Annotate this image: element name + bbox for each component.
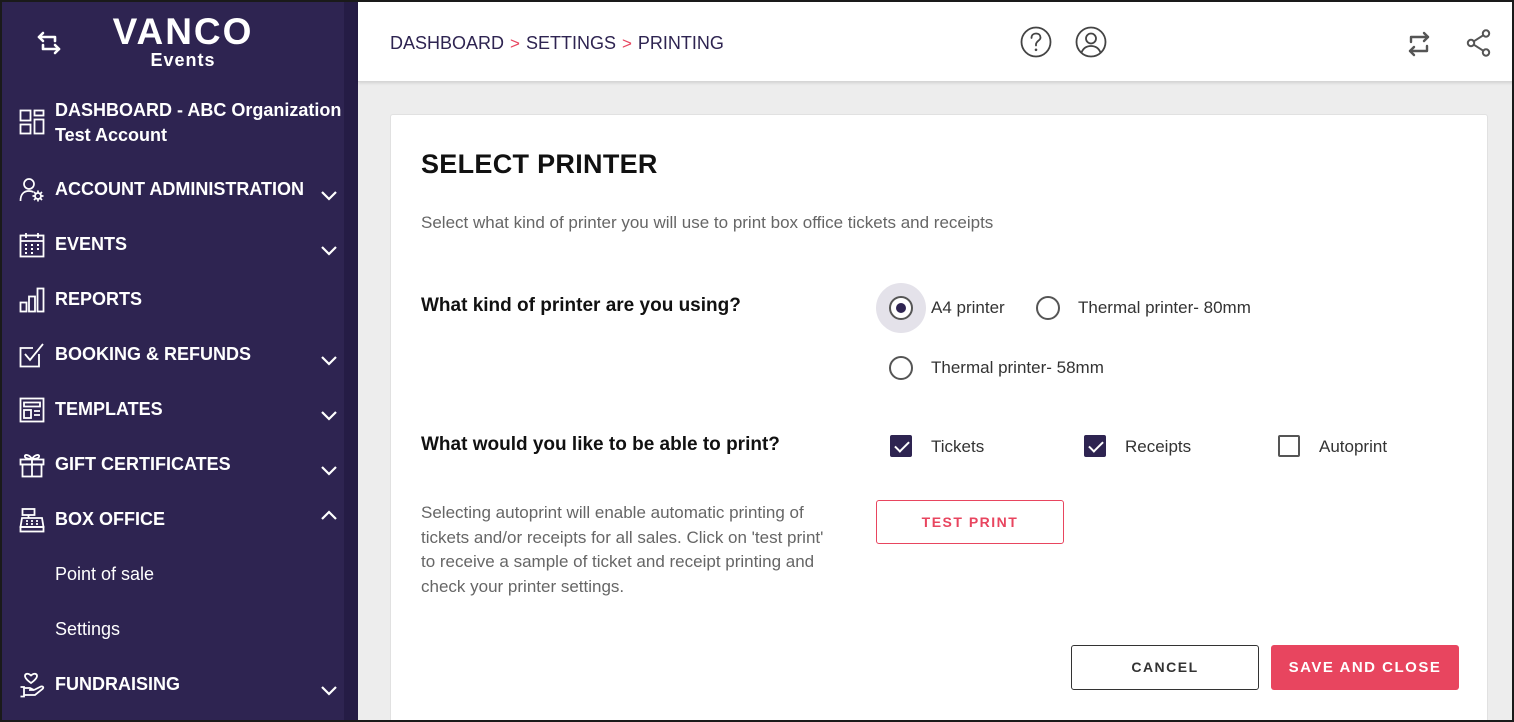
sidebar-item-label: BOX OFFICE <box>55 509 166 529</box>
sidebar-item-label: Settings <box>55 619 121 639</box>
chevron-down-icon[interactable] <box>320 189 338 201</box>
sidebar-item-box-office[interactable]: BOX OFFICE <box>2 506 344 536</box>
breadcrumb-printing: PRINTING <box>637 33 724 53</box>
radio-a4-printer[interactable] <box>889 296 913 320</box>
user-account-icon[interactable] <box>1075 26 1107 58</box>
chevron-up-icon[interactable] <box>320 509 338 521</box>
sidebar-item-events[interactable]: EVENTS <box>2 231 344 261</box>
sidebar-item-label: DASHBOARD - ABC Organization <box>55 100 342 120</box>
test-print-button[interactable]: TEST PRINT <box>876 500 1064 544</box>
print-items-question: What would you like to be able to print? <box>421 434 780 455</box>
sidebar-item-label: TEMPLATES <box>55 399 163 419</box>
user-gear-icon <box>19 178 44 202</box>
page-title: SELECT PRINTER <box>421 149 658 179</box>
heart-hand-icon <box>20 672 45 698</box>
sidebar-item-label: GIFT CERTIFICATES <box>55 454 231 474</box>
logo-main-text: VANCO <box>112 11 254 52</box>
sidebar-item-sublabel: Test Account <box>55 125 168 145</box>
sidebar-item-label: FUNDRAISING <box>55 674 180 694</box>
gift-icon <box>19 454 45 478</box>
sidebar-item-label: ACCOUNT ADMINISTRATION <box>55 179 304 199</box>
chevron-down-icon[interactable] <box>320 464 338 476</box>
template-icon <box>19 397 45 423</box>
breadcrumb-separator: > <box>510 34 520 53</box>
checkbox-label-receipts[interactable]: Receipts <box>1125 437 1191 457</box>
bar-chart-icon <box>19 287 45 313</box>
sidebar-item-reports[interactable]: REPORTS <box>2 286 344 316</box>
switch-icon[interactable] <box>1403 28 1435 60</box>
printer-type-question: What kind of printer are you using? <box>421 295 741 316</box>
page-description: Select what kind of printer you will use… <box>421 213 994 232</box>
app-window: VANCO Events DASHBOARD - ABC Organizatio… <box>0 0 1514 722</box>
sidebar-item-dashboard[interactable]: DASHBOARD - ABC Organization Test Accoun… <box>2 96 344 150</box>
share-icon[interactable] <box>1463 27 1495 59</box>
sidebar-item-label: REPORTS <box>55 289 143 309</box>
top-header: DASHBOARD > SETTINGS > PRINTING <box>358 2 1512 82</box>
radio-label-thermal-80mm[interactable]: Thermal printer- 80mm <box>1078 298 1251 318</box>
checkbox-label-tickets[interactable]: Tickets <box>931 437 984 457</box>
checkbox-icon <box>19 343 44 368</box>
sidebar-item-templates[interactable]: TEMPLATES <box>2 396 344 426</box>
swap-icon[interactable] <box>36 30 62 56</box>
checkbox-tickets[interactable] <box>890 435 912 457</box>
vanco-events-logo[interactable]: VANCO Events <box>98 11 268 70</box>
breadcrumb-dashboard[interactable]: DASHBOARD <box>390 33 504 53</box>
save-and-close-button[interactable]: SAVE AND CLOSE <box>1271 645 1459 690</box>
sidebar-item-booking-refunds[interactable]: BOOKING & REFUNDS <box>2 341 344 371</box>
radio-label-a4-printer[interactable]: A4 printer <box>931 298 1005 318</box>
breadcrumb-separator: > <box>621 34 632 53</box>
sidebar-item-fundraising[interactable]: FUNDRAISING <box>2 671 344 701</box>
calendar-icon <box>19 233 45 258</box>
chevron-down-icon[interactable] <box>320 244 338 256</box>
breadcrumb: DASHBOARD > SETTINGS > PRINTING <box>390 32 724 55</box>
cancel-button[interactable]: CANCEL <box>1071 645 1259 690</box>
printer-settings-card: SELECT PRINTER Select what kind of print… <box>390 114 1488 720</box>
chevron-down-icon[interactable] <box>320 354 338 366</box>
sidebar-item-label: Point of sale <box>55 564 155 584</box>
help-icon[interactable] <box>1020 26 1052 58</box>
sidebar: VANCO Events DASHBOARD - ABC Organizatio… <box>2 2 358 720</box>
sidebar-item-settings[interactable]: Settings <box>2 616 344 646</box>
cash-register-icon <box>19 508 45 533</box>
radio-thermal-58mm[interactable] <box>889 356 913 380</box>
chevron-down-icon[interactable] <box>320 409 338 421</box>
sidebar-item-label: BOOKING & REFUNDS <box>55 344 252 364</box>
chevron-down-icon[interactable] <box>320 684 338 696</box>
logo-sub-text: Events <box>150 50 216 70</box>
checkbox-autoprint[interactable] <box>1278 435 1300 457</box>
sidebar-item-account-administration[interactable]: ACCOUNT ADMINISTRATION <box>2 176 344 206</box>
logo-row: VANCO Events <box>2 2 344 86</box>
checkbox-receipts[interactable] <box>1084 435 1106 457</box>
sidebar-item-gift-certificates[interactable]: GIFT CERTIFICATES <box>2 451 344 481</box>
breadcrumb-settings[interactable]: SETTINGS <box>526 33 616 53</box>
sidebar-item-point-of-sale[interactable]: Point of sale <box>2 561 344 591</box>
radio-thermal-80mm[interactable] <box>1036 296 1060 320</box>
radio-label-thermal-58mm[interactable]: Thermal printer- 58mm <box>931 358 1104 378</box>
checkbox-label-autoprint[interactable]: Autoprint <box>1319 437 1387 457</box>
sidebar-item-label: EVENTS <box>55 234 128 254</box>
dashboard-grid-icon <box>19 109 45 135</box>
autoprint-note: Selecting autoprint will enable automati… <box>421 503 824 596</box>
